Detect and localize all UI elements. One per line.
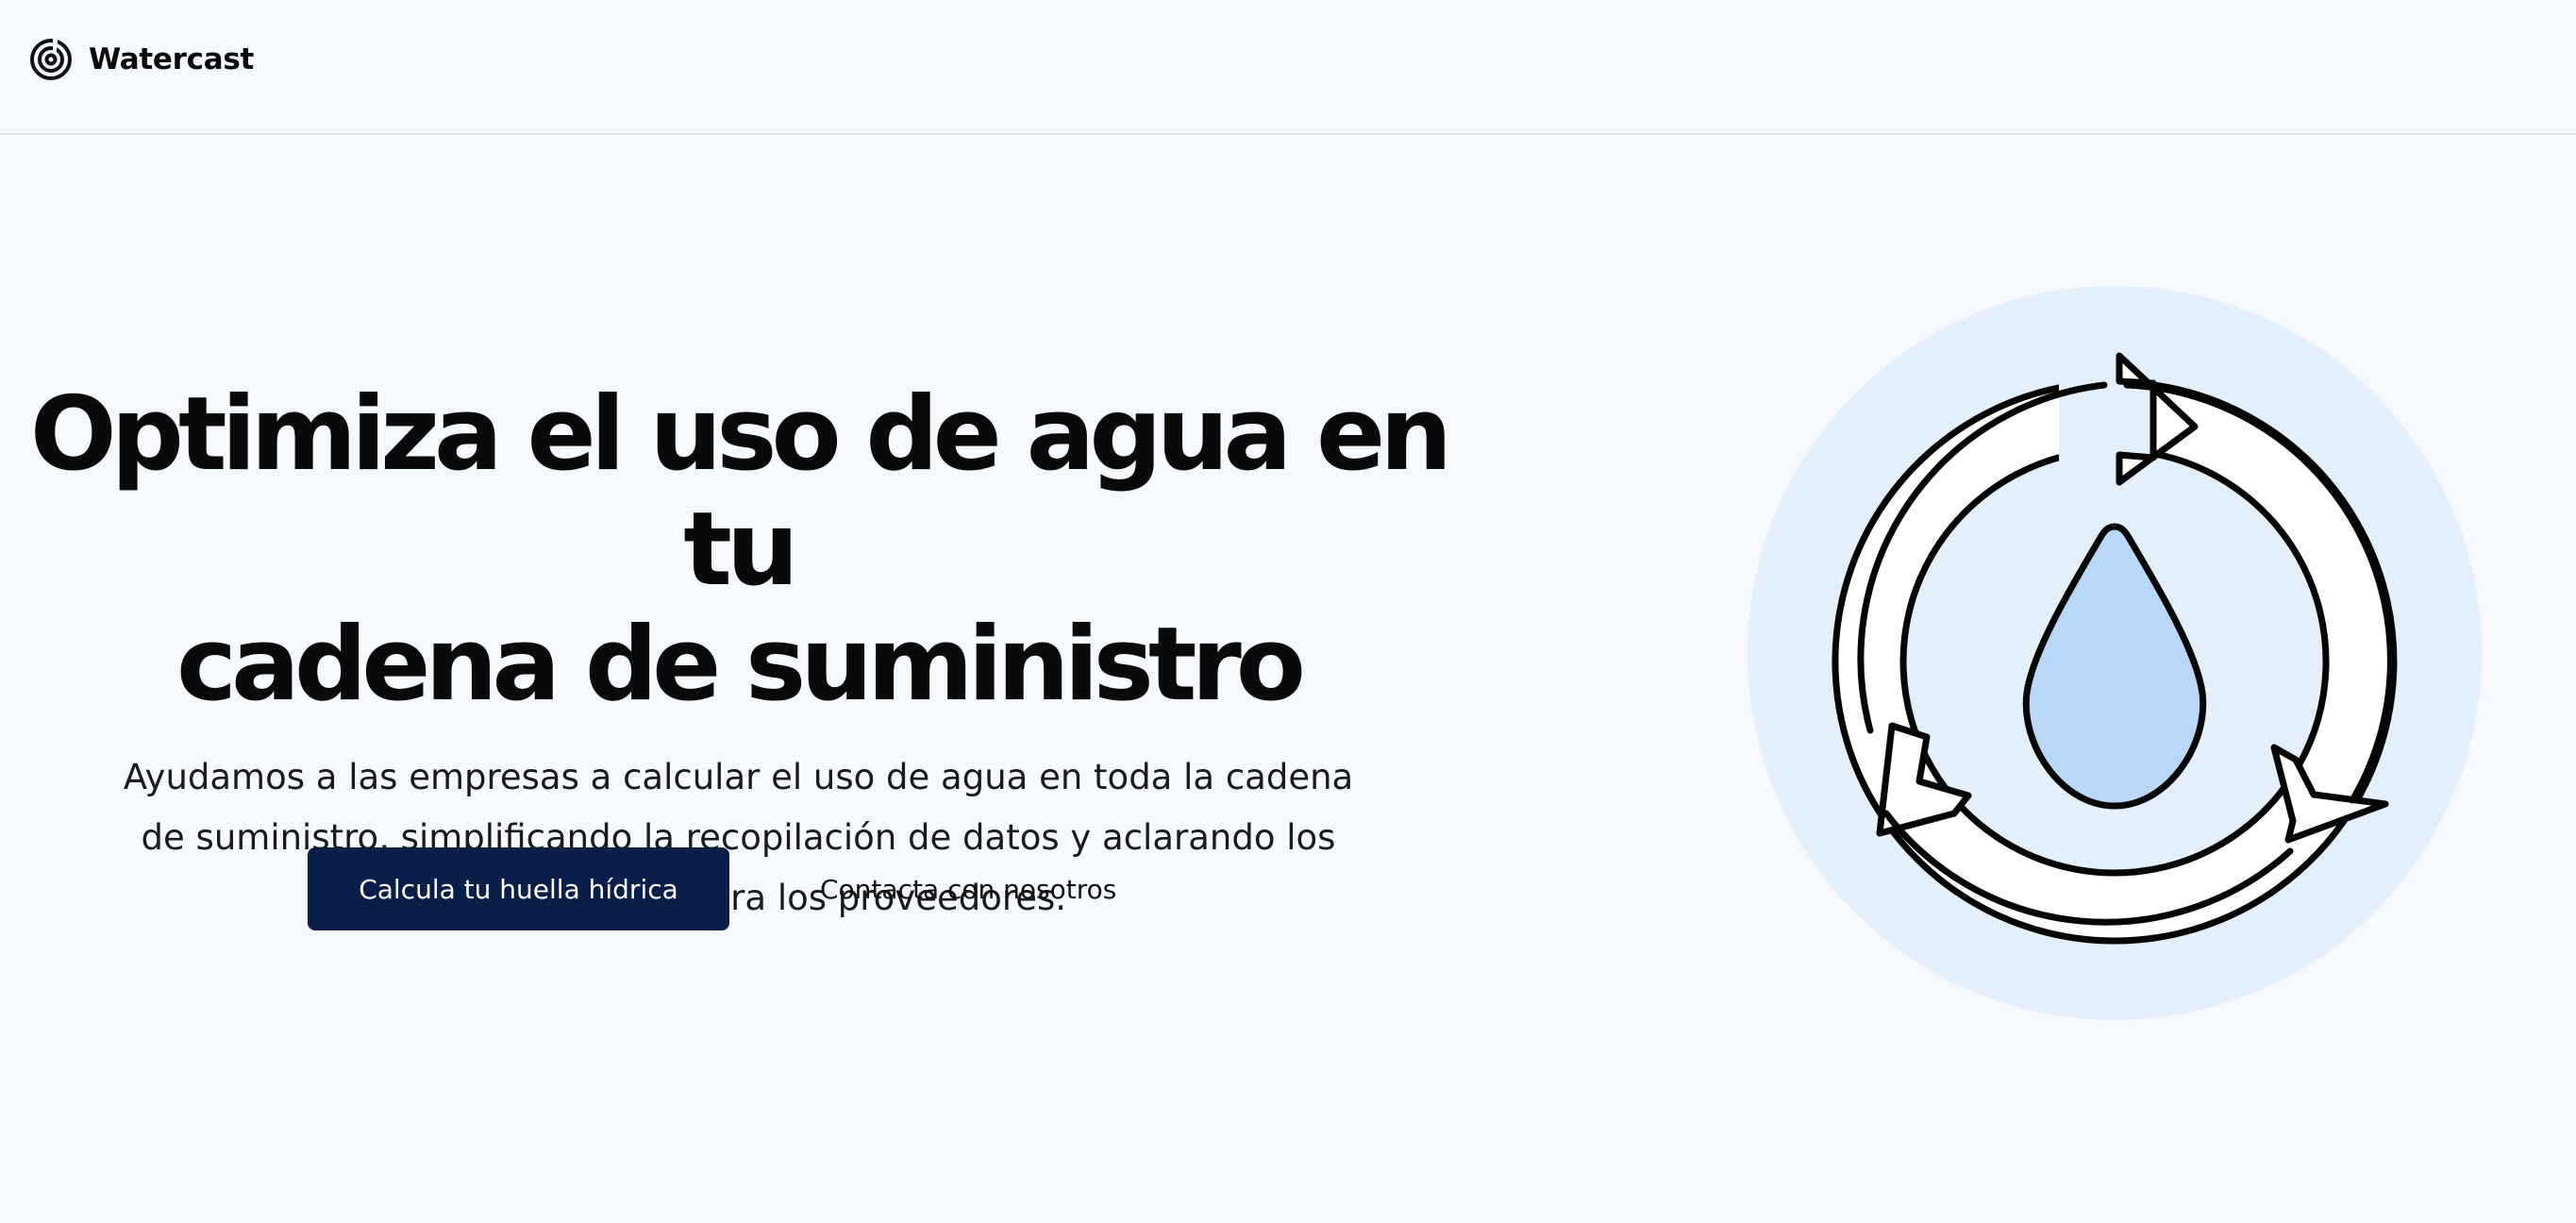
top-nav: Watercast [0, 0, 2576, 135]
contact-us-link[interactable]: Contacta con nosotros [820, 874, 1116, 905]
hero-headline: Optimiza el uso de agua en tu cadena de … [0, 377, 1477, 723]
brand-name: Watercast [89, 42, 255, 76]
headline-line-2: cadena de suministro [176, 606, 1306, 724]
hero-actions: Calcula tu huella hídrica Contacta con n… [308, 847, 1116, 930]
water-drop-recycle-illustration [1748, 286, 2482, 1020]
spiral-logo-icon [30, 39, 72, 80]
headline-line-1: Optimiza el uso de agua en tu [29, 376, 1452, 609]
brand-logo-link[interactable]: Watercast [28, 36, 254, 83]
calculate-water-footprint-button[interactable]: Calcula tu huella hídrica [308, 847, 729, 930]
hero-text: Optimiza el uso de agua en tu cadena de … [0, 377, 1477, 929]
subtitle-line-1: Ayudamos a las empresas a calcular el us… [123, 757, 1354, 797]
